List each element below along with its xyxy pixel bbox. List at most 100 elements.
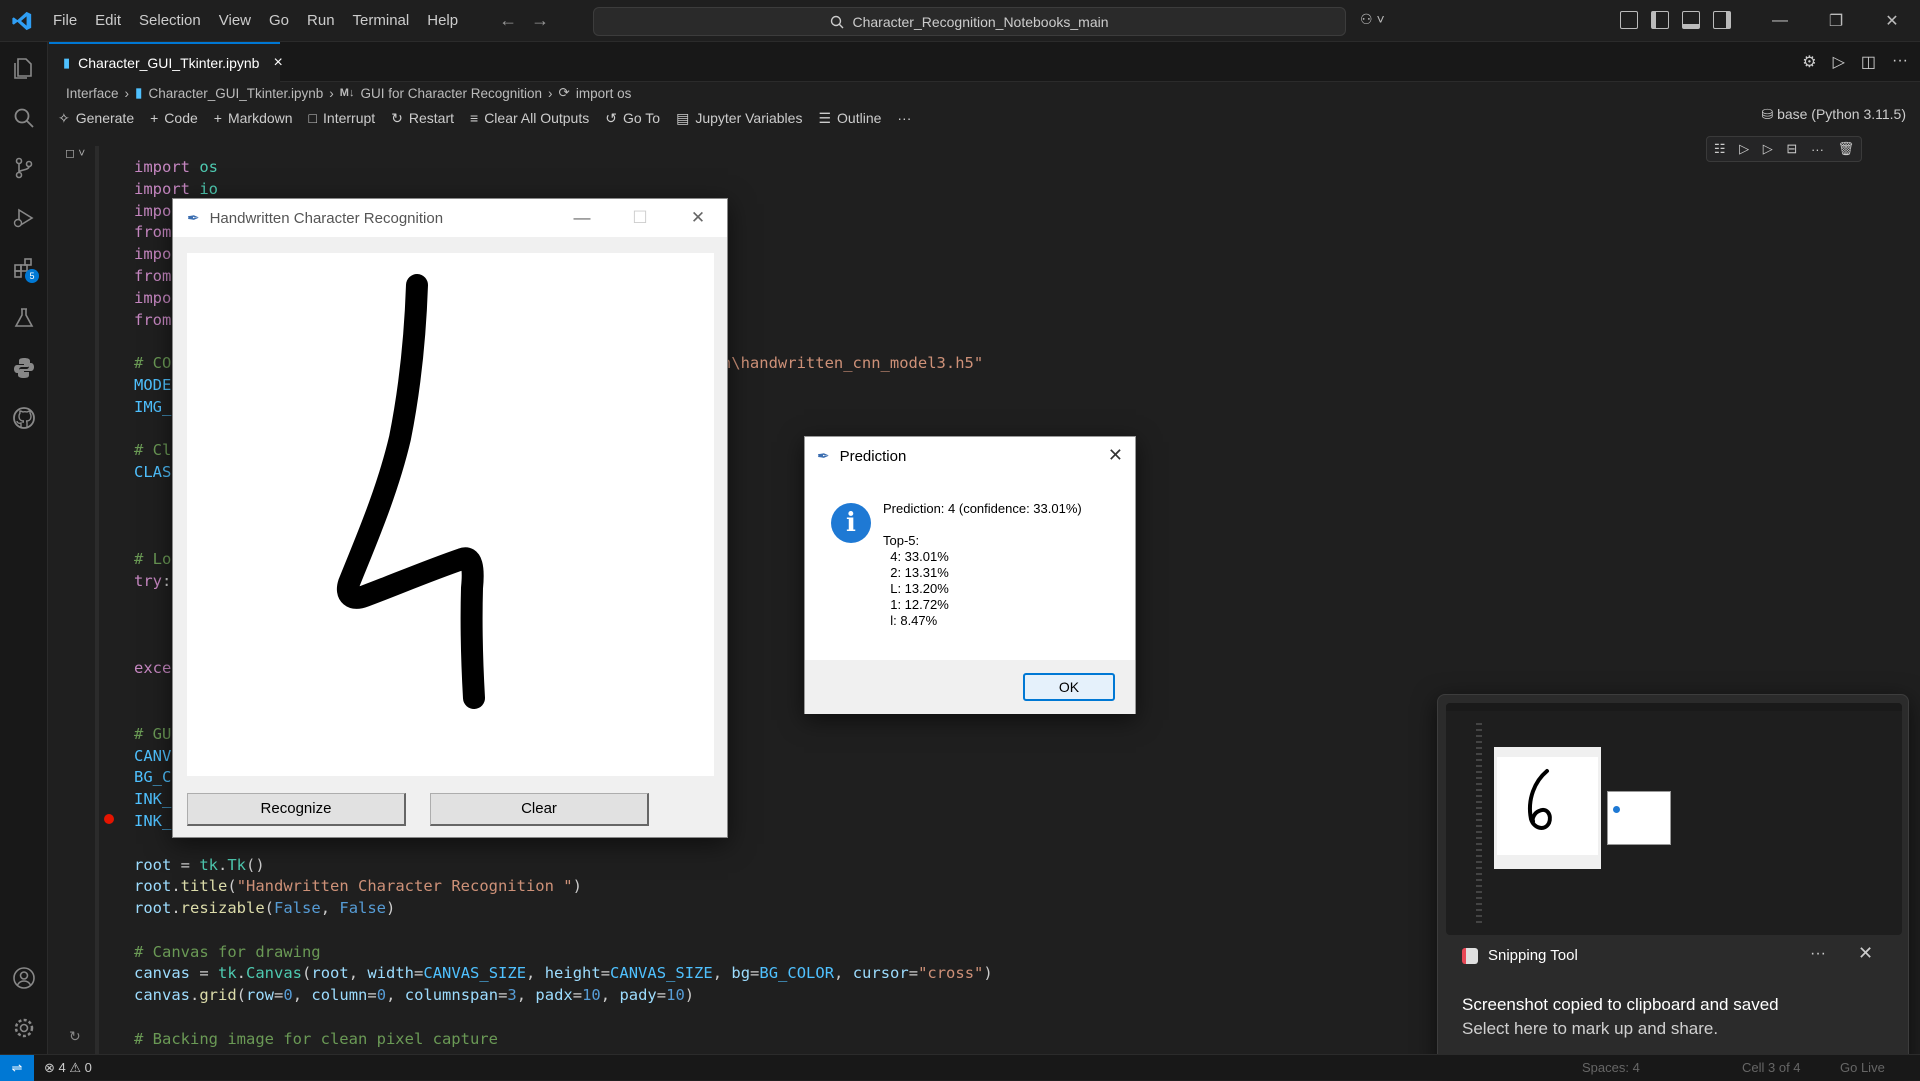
breadcrumb-cell[interactable]: import os — [576, 86, 632, 101]
menu-selection[interactable]: Selection — [130, 12, 210, 29]
dialog-close-icon[interactable]: ✕ — [1108, 445, 1123, 466]
back-arrow-icon[interactable]: ← — [499, 10, 517, 31]
snipping-tool-notification[interactable]: Snipping Tool ··· ✕ Screenshot copied to… — [1437, 694, 1909, 1070]
github-icon[interactable] — [12, 406, 36, 430]
cell-collapse-icon[interactable]: ◻ ˅ — [65, 146, 85, 160]
generate-button[interactable]: ✧ Generate — [58, 110, 134, 127]
toast-subtext: Select here to mark up and share. — [1462, 1019, 1719, 1038]
screenshot-thumbnail[interactable] — [1446, 703, 1902, 935]
menu-terminal[interactable]: Terminal — [344, 12, 419, 29]
toggle-panel-icon[interactable] — [1682, 11, 1700, 29]
dialog-footer: OK — [805, 660, 1135, 714]
thumbnail-tk-window — [1494, 747, 1601, 869]
testing-flask-icon[interactable] — [12, 306, 36, 330]
accounts-icon[interactable] — [12, 966, 36, 990]
variables-icon: ▤ — [676, 109, 690, 126]
execute-above-icon[interactable]: ▷ — [1739, 141, 1749, 157]
recognize-button[interactable]: Recognize — [187, 793, 406, 826]
more-actions-icon[interactable]: ··· — [1892, 52, 1908, 72]
split-editor-icon[interactable]: ◫ — [1861, 52, 1876, 72]
goto-label: Go To — [622, 110, 661, 126]
tk-maximize-icon[interactable]: ☐ — [611, 208, 669, 228]
run-by-line-icon[interactable]: ☷ — [1714, 141, 1726, 157]
editor-tabs: ▮ Character_GUI_Tkinter.ipynb × ⚙ ▷ ◫ ··… — [49, 42, 1920, 82]
tkinter-window: ✒ Handwritten Character Recognition — ☐ … — [172, 198, 728, 838]
search-icon — [831, 15, 844, 28]
interrupt-button[interactable]: □ Interrupt — [309, 110, 376, 126]
clear-outputs-button[interactable]: ≡ Clear All Outputs — [470, 110, 589, 126]
menu-view[interactable]: View — [210, 12, 260, 29]
breadcrumb-section[interactable]: GUI for Character Recognition — [360, 86, 542, 101]
search-sidebar-icon[interactable] — [12, 106, 36, 130]
menu-edit[interactable]: Edit — [86, 12, 130, 29]
code-label: Code — [164, 110, 198, 126]
add-code-button[interactable]: + Code — [150, 110, 198, 126]
run-debug-icon[interactable] — [12, 206, 36, 230]
drawing-canvas[interactable] — [187, 253, 714, 776]
tkinter-titlebar: ✒ Handwritten Character Recognition — ☐ … — [173, 199, 727, 237]
restore-icon[interactable]: ❐ — [1808, 11, 1864, 31]
plus-icon: + — [150, 110, 159, 126]
split-cell-icon[interactable]: ⊟ — [1786, 141, 1797, 157]
tab-close-icon[interactable]: × — [273, 54, 282, 72]
extensions-badge: 5 — [25, 269, 39, 283]
toggle-secondary-sidebar-icon[interactable] — [1713, 11, 1731, 29]
menu-file[interactable]: File — [44, 12, 86, 29]
menu-help[interactable]: Help — [418, 12, 467, 29]
toast-close-icon[interactable]: ✕ — [1858, 943, 1873, 964]
breadcrumb-file[interactable]: Character_GUI_Tkinter.ipynb — [148, 86, 323, 101]
customize-layout-icon[interactable] — [1620, 11, 1638, 29]
activity-bar: 5 — [0, 42, 48, 1054]
title-bar: File Edit Selection View Go Run Terminal… — [0, 0, 1920, 42]
thumbnail-digit-stroke — [1528, 769, 1552, 830]
tab-label: Character_GUI_Tkinter.ipynb — [78, 55, 260, 71]
source-control-icon[interactable] — [12, 156, 36, 180]
tk-minimize-icon[interactable]: — — [553, 208, 611, 228]
ok-button[interactable]: OK — [1023, 673, 1115, 701]
remote-indicator-icon[interactable]: ⇌ — [0, 1054, 34, 1081]
handwritten-stroke — [336, 274, 485, 709]
toggle-primary-sidebar-icon[interactable] — [1651, 11, 1669, 29]
command-center-search[interactable]: Character_Recognition_Notebooks_main — [593, 7, 1346, 36]
add-markdown-button[interactable]: + Markdown — [214, 110, 293, 126]
outline-button[interactable]: ☰ Outline — [818, 110, 881, 127]
kernel-picker[interactable]: ⛁ base (Python 3.11.5) — [1761, 106, 1906, 123]
more-toolbar-button[interactable]: ··· — [897, 110, 911, 126]
breadcrumb-folder[interactable]: Interface — [66, 86, 119, 101]
go-live-button[interactable]: Go Live — [1840, 1060, 1885, 1075]
outline-icon: ☰ — [818, 109, 832, 126]
close-icon[interactable]: ✕ — [1864, 11, 1920, 31]
spaces-indicator[interactable]: Spaces: 4 — [1582, 1060, 1640, 1075]
jupyter-variables-button[interactable]: ▤ Jupyter Variables — [676, 110, 802, 127]
explorer-icon[interactable] — [12, 56, 36, 80]
restart-button[interactable]: ↻ Restart — [391, 110, 454, 127]
run-all-icon[interactable]: ▷ — [1833, 52, 1845, 72]
python-icon[interactable] — [12, 356, 36, 380]
problems-indicator[interactable]: ⊗ 4 ⚠ 0 — [44, 1060, 92, 1076]
breakpoint-icon[interactable] — [104, 814, 114, 824]
cell-indicator[interactable]: Cell 3 of 4 — [1742, 1060, 1801, 1075]
delete-cell-icon[interactable]: 🗑 — [1838, 141, 1855, 157]
tk-close-icon[interactable]: ✕ — [669, 208, 727, 228]
cell-status-icon: ↻ — [69, 1028, 81, 1044]
execute-below-icon[interactable]: ▷ — [1763, 141, 1773, 157]
menu-run[interactable]: Run — [298, 12, 344, 29]
forward-arrow-icon[interactable]: → — [531, 10, 549, 31]
goto-button[interactable]: ↺ Go To — [605, 110, 660, 127]
copilot-icon[interactable]: ⚇ ˅ — [1360, 11, 1385, 28]
cell-more-icon[interactable]: ··· — [1811, 142, 1824, 157]
tkinter-title: Handwritten Character Recognition — [209, 209, 444, 227]
minimize-icon[interactable]: — — [1752, 12, 1808, 30]
tab-character-gui-notebook[interactable]: ▮ Character_GUI_Tkinter.ipynb × — [49, 42, 283, 82]
markdown-badge: M↓ — [339, 87, 355, 99]
markdown-label: Markdown — [227, 110, 293, 126]
menu-go[interactable]: Go — [260, 12, 298, 29]
gear-small-icon[interactable]: ⚙ — [1802, 52, 1816, 72]
cell-gutter — [95, 146, 99, 1056]
clear-button[interactable]: Clear — [430, 793, 649, 826]
toast-message: Screenshot copied to clipboard and saved — [1462, 995, 1779, 1014]
kernel-label: base (Python 3.11.5) — [1777, 106, 1906, 122]
gear-icon[interactable] — [12, 1016, 36, 1040]
toast-more-icon[interactable]: ··· — [1810, 945, 1826, 963]
extensions-icon[interactable]: 5 — [12, 256, 39, 283]
